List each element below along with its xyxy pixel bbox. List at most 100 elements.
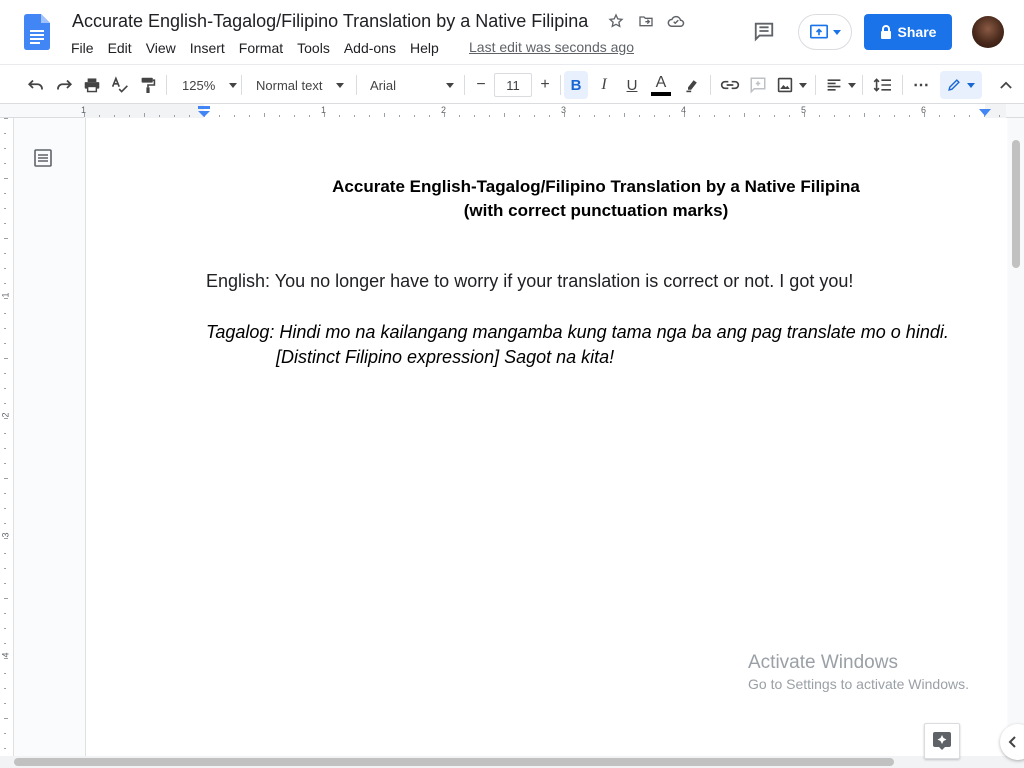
avatar[interactable] bbox=[972, 16, 1004, 48]
align-icon[interactable] bbox=[824, 71, 858, 99]
paragraph-style-select[interactable]: Normal text bbox=[250, 71, 350, 99]
toolbar-divider bbox=[862, 75, 863, 95]
menu-bar: File Edit View Insert Format Tools Add-o… bbox=[64, 38, 446, 58]
tagalog-line-1: Tagalog: Hindi mo na kailangang mangamba… bbox=[206, 322, 949, 342]
ruler-tick bbox=[489, 115, 490, 117]
italic-button[interactable]: I bbox=[592, 71, 616, 99]
horizontal-scrollbar[interactable] bbox=[0, 756, 1024, 768]
english-paragraph[interactable]: English: You no longer have to worry if … bbox=[206, 271, 853, 292]
redo-icon[interactable] bbox=[52, 71, 76, 99]
ruler-tick bbox=[4, 493, 6, 494]
menu-insert[interactable]: Insert bbox=[183, 38, 232, 58]
ruler-tick bbox=[744, 113, 745, 117]
left-indent-marker-icon[interactable] bbox=[197, 106, 211, 118]
document-outline-icon[interactable] bbox=[33, 148, 53, 168]
toolbar-divider bbox=[902, 75, 903, 95]
ruler-tick bbox=[819, 115, 820, 117]
ruler-tick bbox=[774, 115, 775, 117]
cloud-status-icon[interactable] bbox=[666, 11, 686, 31]
ruler-tick bbox=[564, 113, 565, 117]
lock-icon bbox=[880, 25, 891, 39]
horizontal-scroll-thumb[interactable] bbox=[14, 758, 894, 766]
comment-history-icon[interactable] bbox=[750, 17, 778, 45]
ruler-tick bbox=[4, 748, 6, 749]
ruler-tick bbox=[4, 463, 6, 464]
menu-file[interactable]: File bbox=[64, 38, 101, 58]
tagalog-paragraph[interactable]: Tagalog: Hindi mo na kailangang mangamba… bbox=[206, 320, 949, 370]
share-button[interactable]: Share bbox=[864, 14, 952, 50]
ruler-tick bbox=[4, 223, 6, 224]
horizontal-ruler[interactable]: 1 1 2 3 4 5 6 bbox=[0, 104, 1024, 118]
explore-button[interactable] bbox=[924, 723, 960, 759]
increase-font-size-button[interactable]: + bbox=[534, 71, 556, 99]
text-color-button[interactable]: A bbox=[648, 71, 674, 99]
more-options-button[interactable]: ⋯ bbox=[908, 71, 934, 99]
title-bar: Accurate English-Tagalog/Filipino Transl… bbox=[0, 0, 1024, 64]
activate-windows-watermark: Activate Windows Go to Settings to activ… bbox=[748, 652, 969, 692]
vertical-ruler[interactable]: 1 2 3 4 bbox=[0, 118, 14, 758]
present-button[interactable] bbox=[798, 14, 852, 50]
ruler-tick bbox=[789, 115, 790, 117]
ruler-tick bbox=[4, 673, 6, 674]
print-icon[interactable] bbox=[80, 71, 104, 99]
heading-line-2: (with correct punctuation marks) bbox=[463, 201, 729, 220]
ruler-tick bbox=[4, 703, 6, 704]
ruler-tick bbox=[189, 115, 190, 117]
paint-format-icon[interactable] bbox=[136, 71, 160, 99]
toolbar-divider bbox=[815, 75, 816, 95]
underline-button[interactable]: U bbox=[620, 71, 644, 99]
ruler-tick bbox=[924, 113, 925, 117]
line-spacing-icon[interactable] bbox=[870, 71, 896, 99]
ruler-tick bbox=[699, 115, 700, 117]
ruler-tick bbox=[654, 115, 655, 117]
ruler-tick bbox=[4, 658, 8, 659]
bold-button[interactable]: B bbox=[564, 71, 588, 99]
text-color-swatch bbox=[651, 91, 671, 96]
highlight-color-icon[interactable] bbox=[680, 71, 704, 99]
ruler-tick bbox=[444, 113, 445, 117]
undo-icon[interactable] bbox=[24, 71, 48, 99]
move-to-folder-icon[interactable] bbox=[636, 11, 656, 31]
docs-logo-icon[interactable] bbox=[24, 14, 50, 50]
ruler-tick bbox=[4, 538, 8, 539]
spellcheck-icon[interactable] bbox=[108, 71, 132, 99]
chevron-up-icon[interactable] bbox=[996, 71, 1016, 99]
add-comment-icon[interactable] bbox=[746, 71, 770, 99]
watermark-title: Activate Windows bbox=[748, 652, 898, 673]
star-icon[interactable] bbox=[606, 11, 626, 31]
insert-link-icon[interactable] bbox=[718, 71, 742, 99]
menu-help[interactable]: Help bbox=[403, 38, 446, 58]
ruler-tick bbox=[519, 115, 520, 117]
font-size-input[interactable]: 11 bbox=[494, 73, 532, 97]
ruler-number: 4 bbox=[0, 652, 11, 658]
document-heading[interactable]: Accurate English-Tagalog/Filipino Transl… bbox=[86, 175, 1024, 223]
ruler-tick bbox=[4, 553, 6, 554]
decrease-font-size-button[interactable]: − bbox=[470, 71, 492, 99]
menu-tools[interactable]: Tools bbox=[290, 38, 337, 58]
insert-image-icon[interactable] bbox=[774, 71, 810, 99]
ruler-tick bbox=[669, 115, 670, 117]
last-edit-link[interactable]: Last edit was seconds ago bbox=[469, 39, 634, 55]
ruler-number: 2 bbox=[0, 412, 11, 418]
menu-format[interactable]: Format bbox=[232, 38, 290, 58]
ruler-tick bbox=[4, 568, 6, 569]
ruler-tick bbox=[999, 115, 1000, 117]
vertical-scroll-thumb[interactable] bbox=[1012, 140, 1020, 268]
chevron-down-icon bbox=[229, 82, 238, 88]
menu-view[interactable]: View bbox=[139, 38, 183, 58]
zoom-select[interactable]: 125% bbox=[176, 71, 238, 99]
menu-edit[interactable]: Edit bbox=[101, 38, 139, 58]
ruler-tick bbox=[894, 115, 895, 117]
ruler-tick bbox=[4, 148, 6, 149]
ruler-tick bbox=[399, 115, 400, 117]
ruler-tick bbox=[84, 113, 85, 117]
document-title[interactable]: Accurate English-Tagalog/Filipino Transl… bbox=[72, 11, 588, 32]
menu-addons[interactable]: Add-ons bbox=[337, 38, 403, 58]
ruler-tick bbox=[4, 628, 6, 629]
ruler-tick bbox=[294, 115, 295, 117]
ruler-tick bbox=[4, 373, 6, 374]
font-select[interactable]: Arial bbox=[364, 71, 460, 99]
right-indent-marker-icon[interactable] bbox=[978, 109, 992, 117]
vertical-scrollbar[interactable] bbox=[1008, 118, 1024, 758]
editing-mode-button[interactable] bbox=[940, 71, 982, 99]
